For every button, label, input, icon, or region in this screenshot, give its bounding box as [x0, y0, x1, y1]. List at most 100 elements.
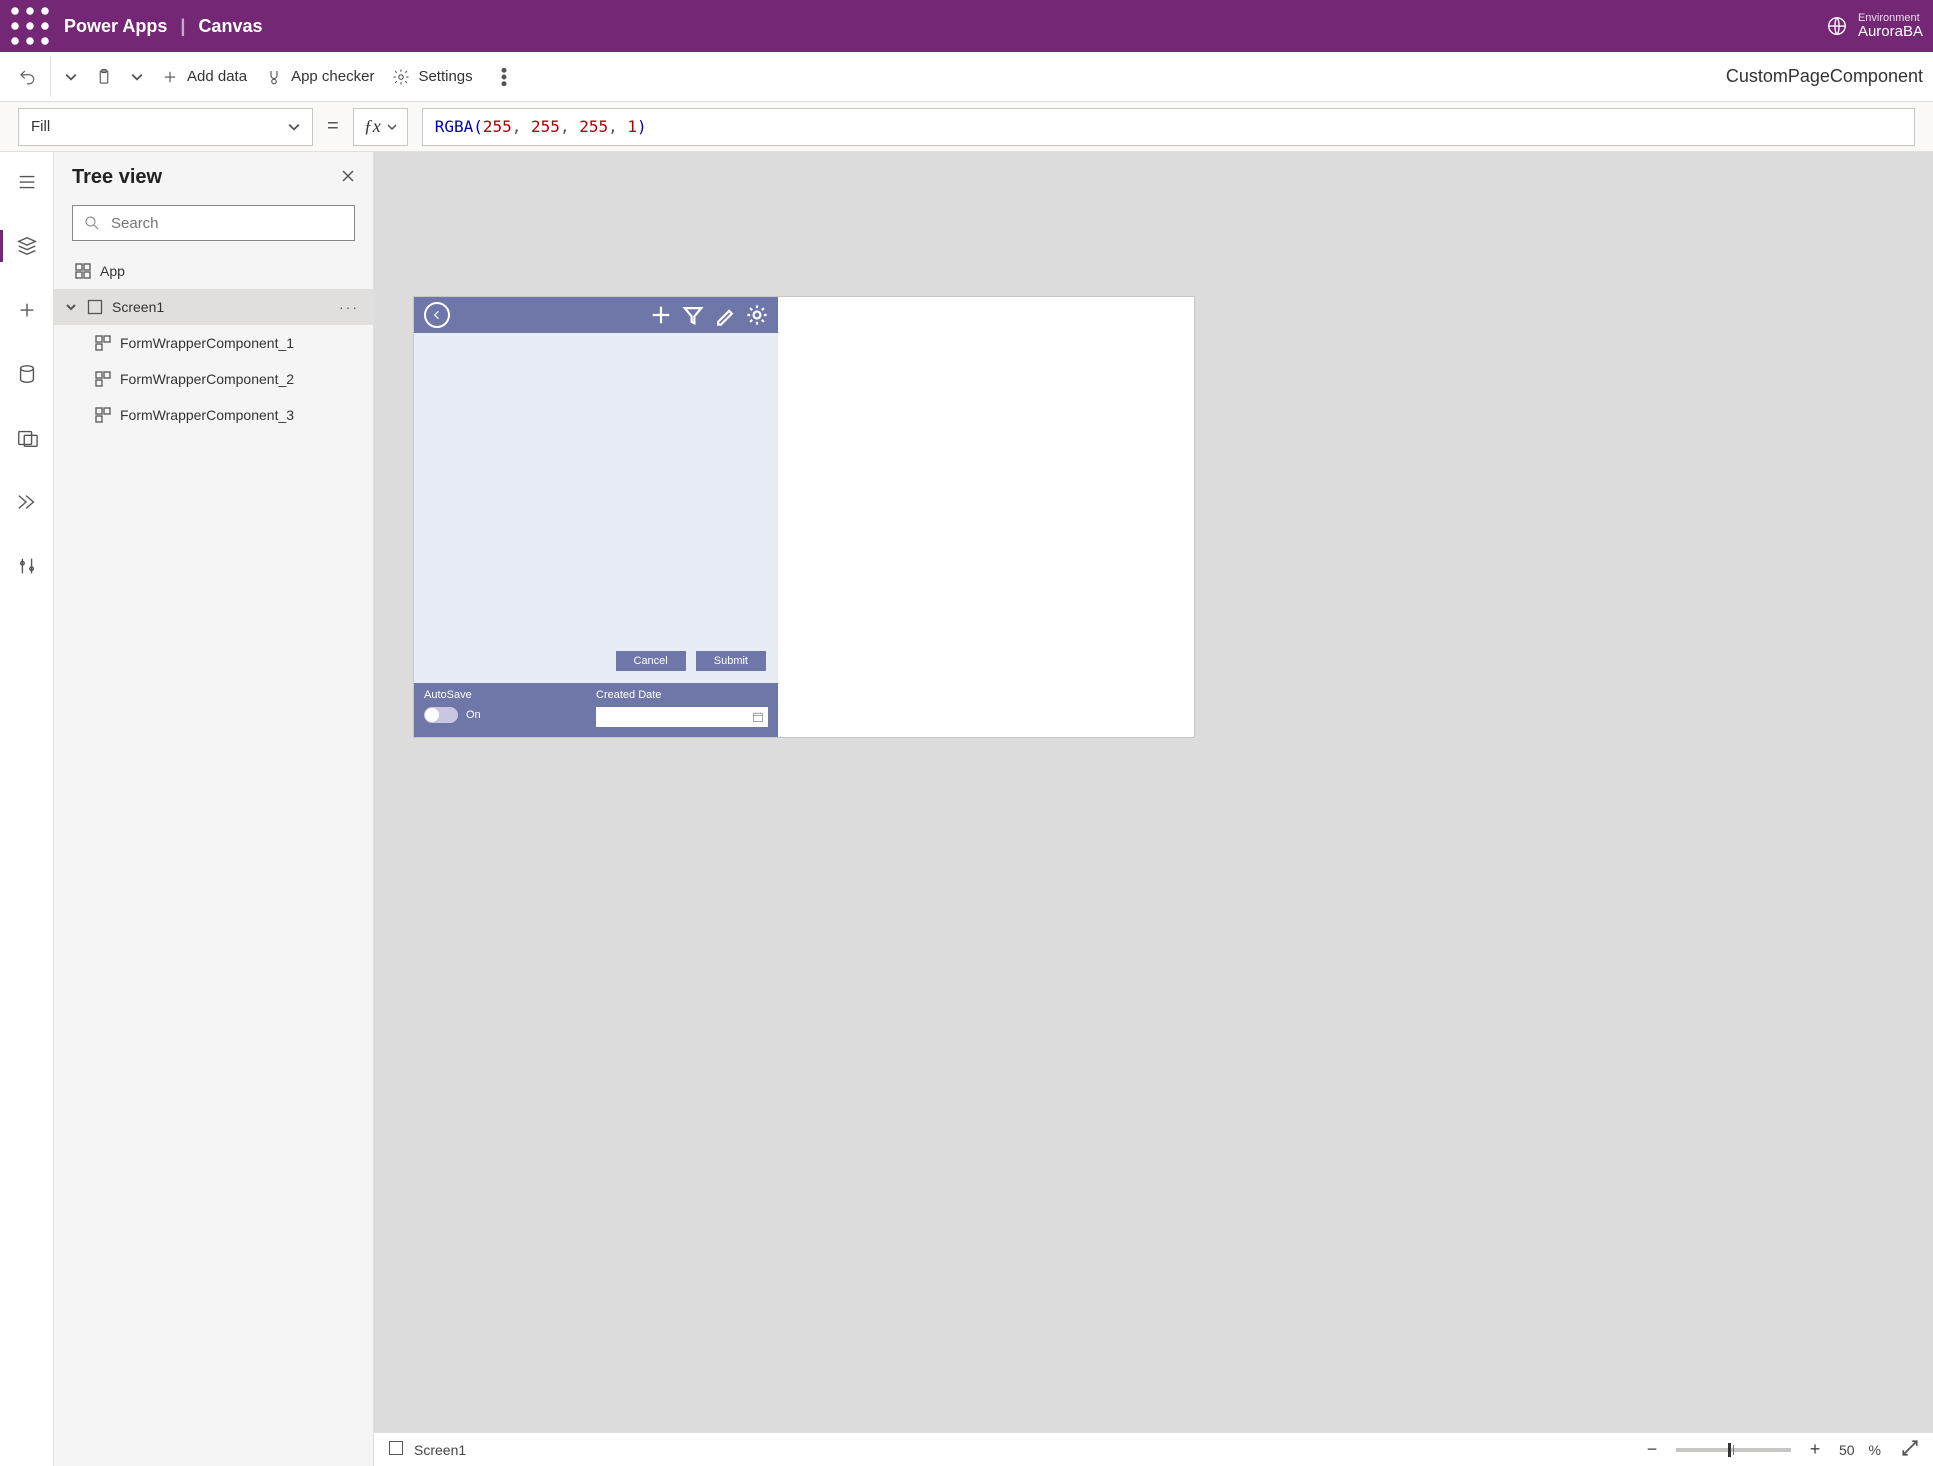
- zoom-slider[interactable]: [1676, 1448, 1791, 1452]
- component-header: [414, 297, 778, 333]
- tree-item-component-3[interactable]: FormWrapperComponent_3: [54, 397, 373, 433]
- zoom-out-button[interactable]: −: [1642, 1440, 1662, 1460]
- canvas-scroll[interactable]: Cancel Submit AutoSave On: [374, 152, 1933, 1432]
- tree-panel: Tree view App Screen1 ···: [54, 152, 374, 1466]
- command-bar: Add data App checker Settings CustomPage…: [0, 52, 1933, 102]
- created-date-input[interactable]: [596, 707, 768, 727]
- formula-input[interactable]: RGBA(255, 255, 255, 1): [422, 108, 1915, 146]
- tree-item-screen1[interactable]: Screen1 ···: [54, 289, 373, 325]
- insert-button[interactable]: [0, 290, 53, 330]
- undo-button[interactable]: [10, 57, 51, 97]
- close-tree-button[interactable]: [341, 169, 355, 186]
- tree-search-input[interactable]: [111, 215, 344, 232]
- app-title: Power Apps | Canvas: [64, 16, 262, 37]
- tree-item-component-2[interactable]: FormWrapperComponent_2: [54, 361, 373, 397]
- tree-child-label: FormWrapperComponent_3: [120, 407, 294, 423]
- search-icon: [83, 214, 101, 232]
- more-commands-button[interactable]: [483, 57, 525, 97]
- page-title: CustomPageComponent: [1726, 66, 1923, 87]
- status-bar: Screen1 − + 50 %: [374, 1432, 1933, 1466]
- submit-button[interactable]: Submit: [696, 651, 766, 671]
- add-data-label: Add data: [187, 68, 247, 85]
- screen-icon: [388, 1440, 404, 1459]
- component-icon: [94, 370, 112, 388]
- clipboard-button[interactable]: [87, 57, 121, 97]
- tree-title: Tree view: [72, 166, 162, 189]
- component-footer: AutoSave On Created Date: [414, 683, 778, 737]
- component-icon: [94, 406, 112, 424]
- waffle-icon[interactable]: [10, 6, 50, 46]
- app-checker-label: App checker: [291, 68, 374, 85]
- undo-chevron[interactable]: [57, 57, 85, 97]
- environment-text: Environment AuroraBA: [1858, 12, 1923, 41]
- status-screen-name: Screen1: [414, 1442, 466, 1458]
- clipboard-chevron[interactable]: [123, 57, 151, 97]
- fit-to-screen-button[interactable]: [1901, 1439, 1919, 1460]
- add-data-button[interactable]: Add data: [153, 57, 255, 97]
- formula-bar: Fill = ƒx RGBA(255, 255, 255, 1): [0, 102, 1933, 152]
- settings-label: Settings: [418, 68, 472, 85]
- edit-icon[interactable]: [714, 304, 736, 326]
- app-icon: [74, 262, 92, 280]
- data-button[interactable]: [0, 354, 53, 394]
- app-name-text: Power Apps: [64, 16, 167, 36]
- hamburger-button[interactable]: [0, 162, 53, 202]
- component-body: Cancel Submit: [414, 333, 778, 683]
- fx-icon: ƒx: [364, 116, 381, 137]
- tree-child-label: FormWrapperComponent_1: [120, 335, 294, 351]
- autosave-label: AutoSave: [424, 689, 596, 701]
- zoom-in-button[interactable]: +: [1805, 1440, 1825, 1460]
- formula-arg-2: 255: [579, 117, 608, 136]
- fx-button[interactable]: ƒx: [353, 108, 408, 146]
- environment-label: Environment: [1858, 12, 1923, 24]
- advanced-tools-button[interactable]: [0, 546, 53, 586]
- property-dropdown[interactable]: Fill: [18, 108, 313, 146]
- environment-name: AuroraBA: [1858, 24, 1923, 41]
- app-mode-text: Canvas: [198, 16, 262, 36]
- formula-fn: RGBA: [435, 117, 474, 136]
- component-icon: [94, 334, 112, 352]
- power-automate-button[interactable]: [0, 482, 53, 522]
- calendar-icon: [752, 711, 764, 723]
- expand-icon[interactable]: [64, 302, 78, 312]
- settings-button[interactable]: Settings: [384, 57, 480, 97]
- tree-view-button[interactable]: [0, 226, 53, 266]
- autosave-toggle[interactable]: [424, 707, 458, 723]
- back-button[interactable]: [424, 302, 450, 328]
- tree-search-box[interactable]: [72, 205, 355, 241]
- tree-item-component-1[interactable]: FormWrapperComponent_1: [54, 325, 373, 361]
- formula-arg-3: 1: [627, 117, 637, 136]
- equals-sign: =: [327, 115, 339, 138]
- zoom-unit: %: [1869, 1442, 1881, 1458]
- zoom-control: − + 50 %: [1642, 1440, 1881, 1460]
- main-area: Tree view App Screen1 ···: [0, 152, 1933, 1466]
- tree-app-label: App: [100, 263, 125, 279]
- tree-item-app[interactable]: App: [54, 253, 373, 289]
- form-wrapper-component[interactable]: Cancel Submit AutoSave On: [414, 297, 778, 737]
- formula-arg-1: 255: [531, 117, 560, 136]
- chevron-down-icon: [288, 121, 300, 133]
- canvas-area: Cancel Submit AutoSave On: [374, 152, 1933, 1466]
- gear-icon[interactable]: [746, 304, 768, 326]
- filter-icon[interactable]: [682, 304, 704, 326]
- tree-item-more-button[interactable]: ···: [339, 299, 359, 315]
- artboard-screen1[interactable]: Cancel Submit AutoSave On: [414, 297, 1194, 737]
- formula-arg-0: 255: [483, 117, 512, 136]
- screen-icon: [86, 298, 104, 316]
- chevron-down-icon: [387, 122, 397, 132]
- environment-picker[interactable]: Environment AuroraBA: [1826, 12, 1923, 41]
- property-value: Fill: [31, 118, 50, 135]
- media-button[interactable]: [0, 418, 53, 458]
- cancel-button[interactable]: Cancel: [616, 651, 686, 671]
- tree-screen-label: Screen1: [112, 299, 164, 315]
- app-checker-button[interactable]: App checker: [257, 57, 382, 97]
- app-header: Power Apps | Canvas Environment AuroraBA: [0, 0, 1933, 52]
- title-separator: |: [172, 16, 193, 36]
- left-rail: [0, 152, 54, 1466]
- add-icon[interactable]: [650, 304, 672, 326]
- zoom-value: 50: [1839, 1442, 1855, 1458]
- created-date-label: Created Date: [596, 689, 768, 701]
- tree-child-label: FormWrapperComponent_2: [120, 371, 294, 387]
- autosave-state: On: [466, 709, 481, 721]
- globe-icon: [1826, 15, 1848, 37]
